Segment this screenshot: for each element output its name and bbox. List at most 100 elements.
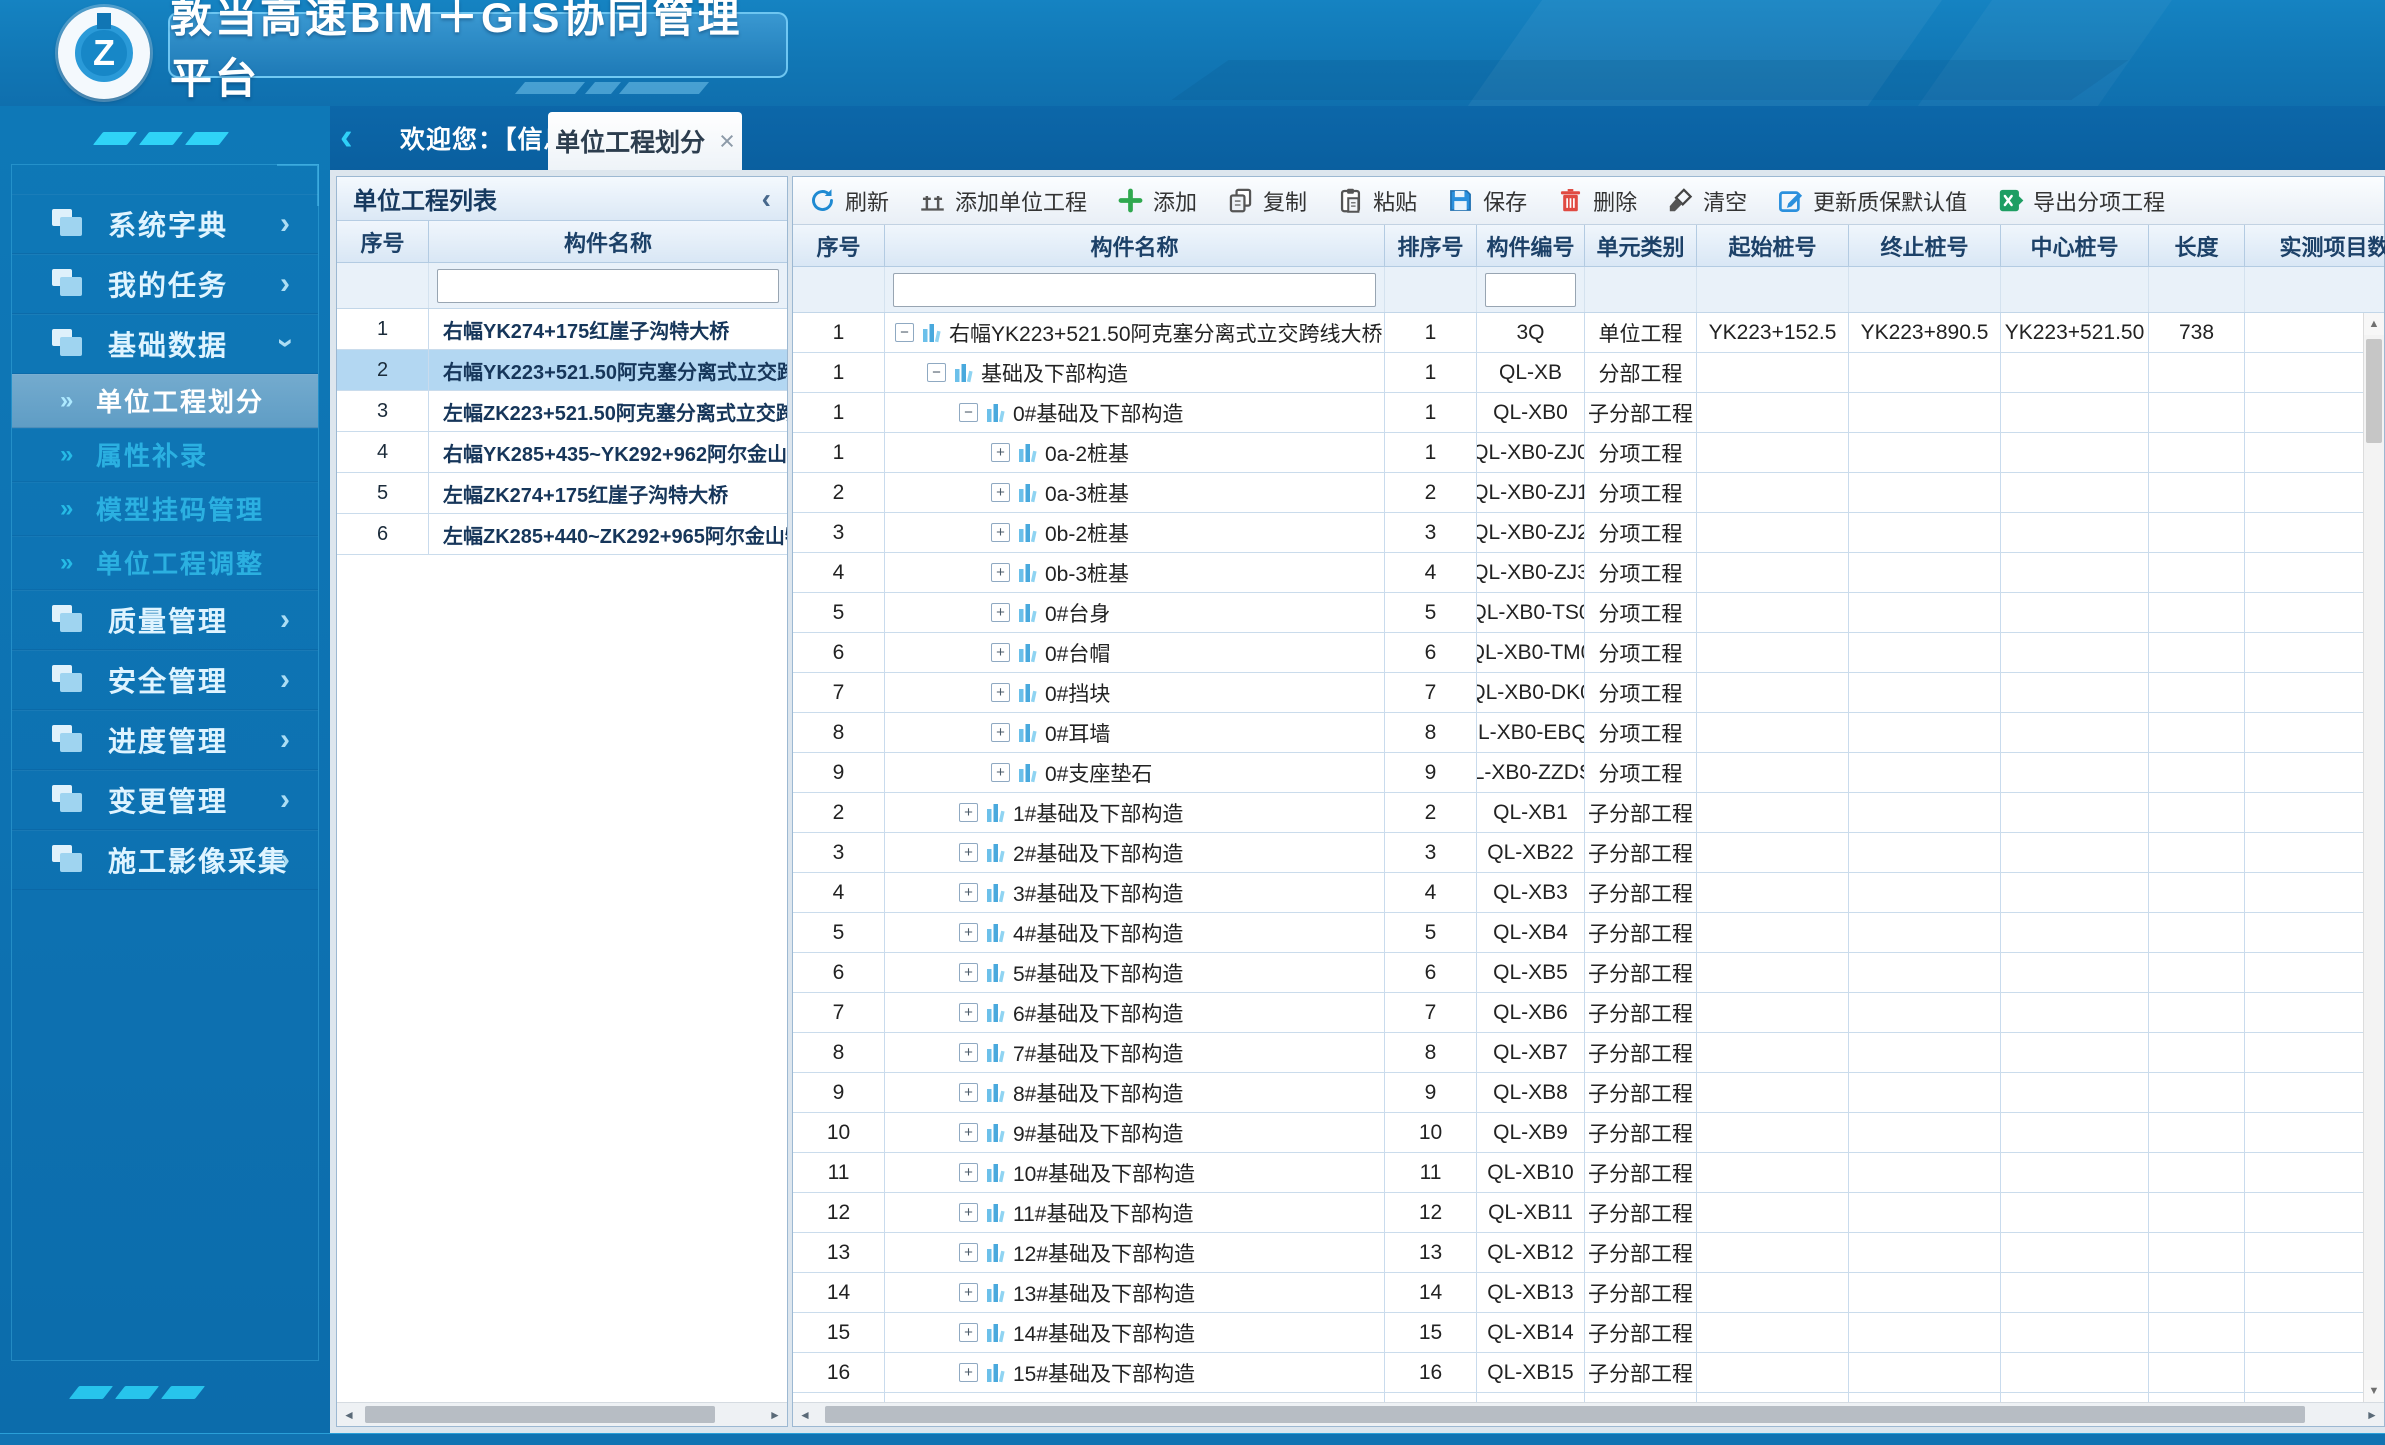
list-item[interactable]: 6左幅ZK285+440~ZK292+965阿尔金山特长隧道 bbox=[337, 514, 787, 555]
tab-close-icon[interactable]: × bbox=[719, 126, 735, 157]
sidebar-item-unit-project-adjustment[interactable]: » 单位工程调整 bbox=[12, 536, 318, 590]
table-row[interactable]: 8+0#耳墙8QL-XB0-EBQ0分项工程 bbox=[793, 713, 2384, 753]
code-filter-input[interactable] bbox=[1485, 273, 1576, 307]
scroll-left-icon[interactable]: ◄ bbox=[337, 1403, 361, 1426]
table-row[interactable]: 9+0#支座垫石9QL-XB0-ZZDS0分项工程 bbox=[793, 753, 2384, 793]
table-row[interactable]: 10+9#基础及下部构造10QL-XB9子分部工程 bbox=[793, 1113, 2384, 1153]
scroll-right-icon[interactable]: ► bbox=[763, 1403, 787, 1426]
table-row[interactable]: 7+6#基础及下部构造7QL-XB6子分部工程 bbox=[793, 993, 2384, 1033]
tree-collapse-icon[interactable]: − bbox=[959, 403, 978, 422]
sidebar-item-construction-image-collection[interactable]: 施工影像采集 › bbox=[12, 830, 318, 890]
refresh-button[interactable]: 刷新 bbox=[809, 185, 889, 217]
tree-expand-icon[interactable]: + bbox=[959, 1283, 978, 1302]
table-row[interactable]: 1−0#基础及下部构造1QL-XB0子分部工程 bbox=[793, 393, 2384, 433]
table-row[interactable]: 8+7#基础及下部构造8QL-XB7子分部工程 bbox=[793, 1033, 2384, 1073]
update-quality-default-button[interactable]: 更新质保默认值 bbox=[1777, 185, 1967, 217]
sidebar-item-model-code-management[interactable]: » 模型挂码管理 bbox=[12, 482, 318, 536]
table-row[interactable]: 5+0#台身5QL-XB0-TS0分项工程 bbox=[793, 593, 2384, 633]
table-row[interactable]: 3+2#基础及下部构造3QL-XB22子分部工程 bbox=[793, 833, 2384, 873]
add-button[interactable]: 添加 bbox=[1117, 185, 1197, 217]
table-row[interactable]: 2+1#基础及下部构造2QL-XB1子分部工程 bbox=[793, 793, 2384, 833]
tree-expand-icon[interactable]: + bbox=[991, 603, 1010, 622]
scroll-down-icon[interactable]: ▼ bbox=[2364, 1380, 2384, 1402]
tree-expand-icon[interactable]: + bbox=[959, 1363, 978, 1382]
tabs-back-icon[interactable]: ‹ bbox=[340, 116, 353, 159]
sidebar-item-progress-management[interactable]: 进度管理 › bbox=[12, 710, 318, 770]
sidebar-item-system-dictionary[interactable]: 系统字典 › bbox=[12, 194, 318, 254]
tree-collapse-icon[interactable]: − bbox=[927, 363, 946, 382]
add-unit-project-button[interactable]: 添加单位工程 bbox=[919, 185, 1087, 217]
tree-collapse-icon[interactable]: − bbox=[895, 323, 914, 342]
delete-button[interactable]: 删除 bbox=[1557, 185, 1637, 217]
name-filter-input[interactable] bbox=[893, 273, 1376, 307]
scroll-right-icon[interactable]: ► bbox=[2360, 1403, 2384, 1426]
table-row[interactable]: 1−基础及下部构造1QL-XB分部工程 bbox=[793, 353, 2384, 393]
sidebar-item-safety-management[interactable]: 安全管理 › bbox=[12, 650, 318, 710]
tree-expand-icon[interactable]: + bbox=[959, 923, 978, 942]
table-row[interactable]: 11+10#基础及下部构造11QL-XB10子分部工程 bbox=[793, 1153, 2384, 1193]
table-row[interactable]: 6+0#台帽6QL-XB0-TM0分项工程 bbox=[793, 633, 2384, 673]
tree-expand-icon[interactable]: + bbox=[991, 443, 1010, 462]
list-item[interactable]: 3左幅ZK223+521.50阿克塞分离式立交跨线大桥 bbox=[337, 391, 787, 432]
tree-expand-icon[interactable]: + bbox=[991, 723, 1010, 742]
table-row[interactable]: 6+5#基础及下部构造6QL-XB5子分部工程 bbox=[793, 953, 2384, 993]
table-row[interactable]: 7+0#挡块7QL-XB0-DK0分项工程 bbox=[793, 673, 2384, 713]
table-row[interactable]: 16+15#基础及下部构造16QL-XB15子分部工程 bbox=[793, 1353, 2384, 1393]
tree-expand-icon[interactable]: + bbox=[959, 843, 978, 862]
table-row[interactable]: 4+3#基础及下部构造4QL-XB3子分部工程 bbox=[793, 873, 2384, 913]
sidebar-item-quality-management[interactable]: 质量管理 › bbox=[12, 590, 318, 650]
tree-expand-icon[interactable]: + bbox=[991, 683, 1010, 702]
list-item[interactable]: 4右幅YK285+435~YK292+962阿尔金山特长隧道 bbox=[337, 432, 787, 473]
tree-expand-icon[interactable]: + bbox=[959, 1083, 978, 1102]
scrollbar-thumb[interactable] bbox=[365, 1406, 715, 1423]
scroll-up-icon[interactable]: ▲ bbox=[2364, 313, 2384, 335]
scroll-left-icon[interactable]: ◄ bbox=[793, 1403, 817, 1426]
table-row[interactable]: 5+4#基础及下部构造5QL-XB4子分部工程 bbox=[793, 913, 2384, 953]
table-row[interactable]: 2+0a-3桩基2QL-XB0-ZJ1分项工程 bbox=[793, 473, 2384, 513]
tree-expand-icon[interactable]: + bbox=[991, 523, 1010, 542]
table-row[interactable]: 1+0a-2桩基1QL-XB0-ZJ0分项工程 bbox=[793, 433, 2384, 473]
table-row[interactable]: 1−右幅YK223+521.50阿克塞分离式立交跨线大桥13Q单位工程YK223… bbox=[793, 313, 2384, 353]
table-row[interactable]: 17+16#基础及下部构造17QL-XB16子分部工程 bbox=[793, 1393, 2384, 1402]
tree-expand-icon[interactable]: + bbox=[991, 643, 1010, 662]
paste-button[interactable]: 粘贴 bbox=[1337, 185, 1417, 217]
cell-end bbox=[1849, 793, 2001, 832]
sidebar-item-my-tasks[interactable]: 我的任务 › bbox=[12, 254, 318, 314]
tree-expand-icon[interactable]: + bbox=[959, 1003, 978, 1022]
tree-expand-icon[interactable]: + bbox=[959, 1123, 978, 1142]
tree-expand-icon[interactable]: + bbox=[959, 803, 978, 822]
sidebar-item-basic-data[interactable]: 基础数据 › bbox=[12, 314, 318, 374]
list-item[interactable]: 1右幅YK274+175红崖子沟特大桥 bbox=[337, 309, 787, 350]
export-subitem-project-button[interactable]: 导出分项工程 bbox=[1997, 185, 2165, 217]
copy-button[interactable]: 复制 bbox=[1227, 185, 1307, 217]
tree-expand-icon[interactable]: + bbox=[991, 763, 1010, 782]
scrollbar-thumb[interactable] bbox=[825, 1406, 2305, 1423]
list-item[interactable]: 2右幅YK223+521.50阿克塞分离式立交跨线大桥 bbox=[337, 350, 787, 391]
left-name-filter-input[interactable] bbox=[437, 269, 779, 303]
tree-expand-icon[interactable]: + bbox=[959, 1323, 978, 1342]
scrollbar-thumb[interactable] bbox=[2366, 339, 2382, 443]
tree-expand-icon[interactable]: + bbox=[959, 883, 978, 902]
table-row[interactable]: 3+0b-2桩基3QL-XB0-ZJ2分项工程 bbox=[793, 513, 2384, 553]
tree-expand-icon[interactable]: + bbox=[959, 1243, 978, 1262]
list-item[interactable]: 5左幅ZK274+175红崖子沟特大桥 bbox=[337, 473, 787, 514]
tree-expand-icon[interactable]: + bbox=[959, 1163, 978, 1182]
tab-unit-project-division[interactable]: 单位工程划分 × bbox=[548, 112, 742, 170]
table-row[interactable]: 13+12#基础及下部构造13QL-XB12子分部工程 bbox=[793, 1233, 2384, 1273]
table-row[interactable]: 9+8#基础及下部构造9QL-XB8子分部工程 bbox=[793, 1073, 2384, 1113]
panel-collapse-icon[interactable]: ‹ bbox=[762, 183, 771, 215]
sidebar-item-unit-project-division[interactable]: » 单位工程划分 bbox=[12, 374, 318, 428]
tree-expand-icon[interactable]: + bbox=[991, 483, 1010, 502]
tree-expand-icon[interactable]: + bbox=[959, 1203, 978, 1222]
tree-expand-icon[interactable]: + bbox=[959, 963, 978, 982]
tree-expand-icon[interactable]: + bbox=[959, 1043, 978, 1062]
table-row[interactable]: 14+13#基础及下部构造14QL-XB13子分部工程 bbox=[793, 1273, 2384, 1313]
table-row[interactable]: 15+14#基础及下部构造15QL-XB14子分部工程 bbox=[793, 1313, 2384, 1353]
table-row[interactable]: 12+11#基础及下部构造12QL-XB11子分部工程 bbox=[793, 1193, 2384, 1233]
sidebar-item-attribute-supplement[interactable]: » 属性补录 bbox=[12, 428, 318, 482]
clear-button[interactable]: 清空 bbox=[1667, 185, 1747, 217]
save-button[interactable]: 保存 bbox=[1447, 185, 1527, 217]
tree-expand-icon[interactable]: + bbox=[991, 563, 1010, 582]
table-row[interactable]: 4+0b-3桩基4QL-XB0-ZJ3分项工程 bbox=[793, 553, 2384, 593]
sidebar-item-change-management[interactable]: 变更管理 › bbox=[12, 770, 318, 830]
